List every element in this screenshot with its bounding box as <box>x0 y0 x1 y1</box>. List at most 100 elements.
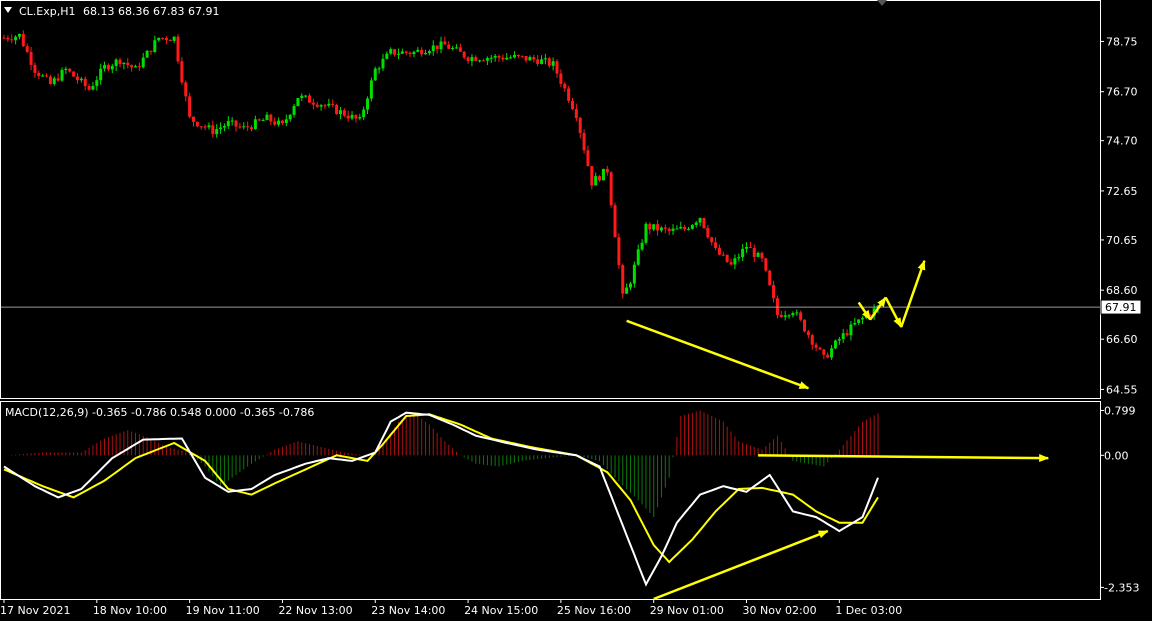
candle-body <box>141 57 145 68</box>
candle-body <box>659 227 663 231</box>
candle-body <box>567 88 571 101</box>
candle-body <box>396 53 400 55</box>
candle-body <box>671 228 675 231</box>
candle-body <box>478 60 482 62</box>
candle-body <box>265 114 269 121</box>
candle-body <box>570 100 574 110</box>
candle-body <box>308 95 312 103</box>
ohlc-values: 68.13 68.36 67.83 67.91 <box>83 5 219 18</box>
candle-body <box>818 347 822 350</box>
candle-body <box>29 51 33 65</box>
candle-body <box>342 110 346 116</box>
candle-body <box>176 36 180 62</box>
candle-body <box>474 57 478 61</box>
candle-body <box>470 57 474 62</box>
candle-body <box>377 68 381 70</box>
candle-body <box>83 78 87 86</box>
time-tick-label: 23 Nov 14:00 <box>371 604 445 617</box>
candle-body <box>845 333 849 336</box>
candle-body <box>180 61 184 83</box>
candle-body <box>574 109 578 118</box>
candle-body <box>652 224 656 230</box>
candle-body <box>578 117 582 134</box>
candle-body <box>153 40 157 52</box>
candle-body <box>188 96 192 117</box>
candle-body <box>253 119 257 130</box>
current-price-text: 67.91 <box>1105 301 1137 314</box>
candle-body <box>45 75 49 77</box>
candle-body <box>296 98 300 107</box>
candle-body <box>505 57 509 60</box>
candle-body <box>184 82 188 97</box>
candle-body <box>427 51 431 54</box>
candle-body <box>861 318 865 320</box>
candle-body <box>756 252 760 257</box>
price-tick-label: 78.75 <box>1106 35 1138 48</box>
candle-body <box>787 315 791 317</box>
candle-body <box>346 115 350 119</box>
candle-body <box>717 248 721 255</box>
candle-body <box>725 254 729 263</box>
current-price-label: 67.91 <box>1100 299 1142 315</box>
candle-body <box>234 120 238 127</box>
candle-body <box>524 55 528 61</box>
candle-body <box>87 85 91 90</box>
macd-label: MACD(12,26,9) -0.365 -0.786 0.548 0.000 … <box>5 406 314 419</box>
candle-body <box>555 61 559 74</box>
candle-body <box>277 120 281 125</box>
candle-body <box>420 49 424 55</box>
candle-body <box>485 58 489 61</box>
candle-body <box>509 57 513 59</box>
candle-body <box>543 58 547 60</box>
candle-body <box>118 59 122 65</box>
candle-body <box>833 340 837 349</box>
candle-body <box>300 95 304 99</box>
candle-body <box>702 218 706 229</box>
macd-tick-label: -2.353 <box>1104 581 1139 594</box>
candle-body <box>327 103 331 106</box>
candle-body <box>191 116 195 122</box>
macd-tick-label: 0.00 <box>1104 449 1129 462</box>
chart-window[interactable]: 78.75 76.70 74.70 72.65 70.65 68.60 66.60 64.55… <box>0 0 1152 621</box>
candle-body <box>528 57 532 61</box>
candle-body <box>130 65 134 68</box>
candle-body <box>246 126 250 128</box>
time-tick-label: 19 Nov 11:00 <box>186 604 260 617</box>
candle-body <box>540 59 544 64</box>
candle-body <box>714 242 718 249</box>
candle-body <box>706 228 710 238</box>
candle-body <box>381 58 385 69</box>
candle-body <box>563 83 567 89</box>
candle-body <box>656 224 660 231</box>
candle-body <box>95 80 99 86</box>
candle-body <box>830 348 834 358</box>
candle-body <box>814 344 818 348</box>
candle-body <box>687 228 691 230</box>
candle-body <box>625 287 629 294</box>
candle-body <box>79 78 83 81</box>
candle-body <box>292 106 296 115</box>
candle-body <box>435 45 439 50</box>
candle-body <box>628 283 632 288</box>
candle-body <box>137 66 141 68</box>
price-tick-label: 72.65 <box>1106 185 1138 198</box>
candle-body <box>215 129 219 135</box>
candle-body <box>358 117 362 119</box>
candle-body <box>261 120 265 122</box>
candle-body <box>605 168 609 173</box>
candle-body <box>640 242 644 250</box>
candle-body <box>779 314 783 317</box>
candle-body <box>745 246 749 249</box>
candle-body <box>694 222 698 225</box>
candle-body <box>741 248 745 258</box>
candle-body <box>594 176 598 186</box>
candle-body <box>764 258 768 271</box>
price-tick-label: 64.55 <box>1106 383 1138 396</box>
candle-body <box>335 105 339 115</box>
candle-body <box>408 52 412 55</box>
candle-body <box>679 227 683 229</box>
candle-body <box>733 258 737 265</box>
candle-body <box>690 224 694 229</box>
candle-body <box>853 322 857 325</box>
candle-body <box>172 36 176 41</box>
